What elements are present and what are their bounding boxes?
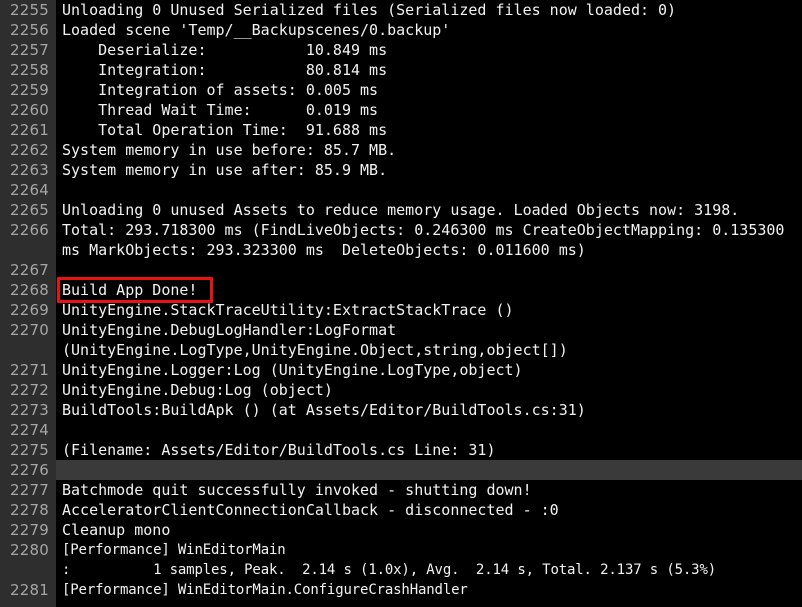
log-line-text: [Performance] WinEditorMain.ConfigureCra…	[62, 582, 468, 598]
log-row[interactable]: 2273 BuildTools:BuildApk () (at Assets/Ed…	[0, 400, 802, 420]
line-number: 2257	[0, 40, 56, 60]
log-line-text-primary: [Performance] WinEditorMain	[62, 542, 286, 558]
log-row[interactable]: 2278 AcceleratorClientConnectionCallback …	[0, 500, 802, 520]
log-line-text: UnityEngine.StackTraceUtility:ExtractSta…	[62, 301, 514, 319]
log-row[interactable]: 2267	[0, 260, 802, 280]
log-line-text: Total: 293.718300 ms (FindLiveObjects: 0…	[56, 220, 802, 260]
log-line-text: Cleanup mono	[62, 521, 171, 539]
log-row[interactable]: 2260 Thread Wait Time: 0.019 ms	[0, 100, 802, 120]
line-number: 2264	[0, 180, 56, 200]
line-number: 2279	[0, 520, 56, 540]
log-line-text: Unloading 0 unused Assets to reduce memo…	[62, 201, 740, 219]
log-row[interactable]: 2280 [Performance] WinEditorMain : 1 sampl…	[0, 540, 802, 580]
log-row[interactable]: 2271 UnityEngine.Logger:Log (UnityEngine.…	[0, 360, 802, 380]
log-row[interactable]: 2266 Total: 293.718300 ms (FindLiveObject…	[0, 220, 802, 260]
log-row[interactable]: 2258 Integration: 80.814 ms	[0, 60, 802, 80]
log-row[interactable]: 2262 System memory in use before: 85.7 MB…	[0, 140, 802, 160]
log-row[interactable]: 2264	[0, 180, 802, 200]
log-line-text: Total Operation Time: 91.688 ms	[62, 121, 388, 139]
line-number: 2260	[0, 100, 56, 120]
line-number: 2267	[0, 260, 56, 280]
log-row[interactable]: 2279 Cleanup mono	[0, 520, 802, 540]
log-line-text: UnityEngine.Debug:Log (object)	[62, 381, 333, 399]
line-number: 2263	[0, 160, 56, 180]
log-line-text-wrapped: ms MarkObjects: 293.323300 ms DeleteObje…	[62, 241, 586, 259]
line-number: 2270	[0, 320, 56, 340]
log-line-text: Batchmode quit successfully invoked - sh…	[62, 481, 532, 499]
line-number: 2274	[0, 420, 56, 440]
log-row[interactable]: 2276	[0, 460, 802, 480]
line-number: 2277	[0, 480, 56, 500]
log-row[interactable]: 2257 Deserialize: 10.849 ms	[0, 40, 802, 60]
log-row[interactable]: 2281 [Performance] WinEditorMain.Configur…	[0, 580, 802, 600]
log-line-text	[56, 260, 802, 280]
log-row[interactable]: 2263 System memory in use after: 85.9 MB.	[0, 160, 802, 180]
log-line-text: [Performance] WinEditorMain : 1 samples, …	[56, 540, 802, 580]
log-row[interactable]: 2255 Unloading 0 Unused Serialized files …	[0, 0, 802, 20]
line-number: 2280	[0, 540, 56, 560]
log-line-text: UnityEngine.DebugLogHandler:LogFormat (Un…	[56, 320, 802, 360]
log-row[interactable]: 2268 Build App Done!	[0, 280, 802, 300]
line-number: 2275	[0, 440, 56, 460]
log-row[interactable]: 2277 Batchmode quit successfully invoked …	[0, 480, 802, 500]
log-line-text-wrapped: : 1 samples, Peak. 2.14 s (1.0x), Avg. 2…	[62, 562, 717, 578]
log-line-text: Deserialize: 10.849 ms	[62, 41, 388, 59]
log-line-text-primary: Total: 293.718300 ms (FindLiveObjects: 0…	[62, 221, 785, 239]
line-number: 2281	[0, 580, 56, 600]
line-number: 2265	[0, 200, 56, 220]
log-row[interactable]: 2265 Unloading 0 unused Assets to reduce …	[0, 200, 802, 220]
line-number: 2266	[0, 220, 56, 240]
log-line-text: (Filename: Assets/Editor/BuildTools.cs L…	[62, 441, 496, 459]
log-line-text: System memory in use before: 85.7 MB.	[62, 141, 397, 159]
line-number: 2272	[0, 380, 56, 400]
log-line-text	[56, 420, 802, 440]
log-line-text: BuildTools:BuildApk () (at Assets/Editor…	[62, 401, 586, 419]
log-row[interactable]: 2270 UnityEngine.DebugLogHandler:LogForma…	[0, 320, 802, 360]
log-row[interactable]: 2269 UnityEngine.StackTraceUtility:Extrac…	[0, 300, 802, 320]
log-line-text-primary: UnityEngine.DebugLogHandler:LogFormat	[62, 321, 397, 339]
log-row[interactable]: 2275 (Filename: Assets/Editor/BuildTools.…	[0, 440, 802, 460]
log-row[interactable]: 2261 Total Operation Time: 91.688 ms	[0, 120, 802, 140]
line-number: 2259	[0, 80, 56, 100]
log-line-text: Loaded scene 'Temp/__Backupscenes/0.back…	[62, 21, 451, 39]
log-line-text: Integration: 80.814 ms	[62, 61, 388, 79]
line-number: 2271	[0, 360, 56, 380]
log-line-text-wrapped: (UnityEngine.LogType,UnityEngine.Object,…	[62, 341, 568, 359]
line-number: 2273	[0, 400, 56, 420]
log-line-text	[56, 460, 802, 480]
line-number: 2256	[0, 20, 56, 40]
line-number: 2278	[0, 500, 56, 520]
line-number: 2262	[0, 140, 56, 160]
log-row[interactable]: 2259 Integration of assets: 0.005 ms	[0, 80, 802, 100]
line-number: 2269	[0, 300, 56, 320]
line-number: 2258	[0, 60, 56, 80]
log-line-text: Thread Wait Time: 0.019 ms	[62, 101, 379, 119]
log-row[interactable]: 2256 Loaded scene 'Temp/__Backupscenes/0.…	[0, 20, 802, 40]
log-line-text	[56, 180, 802, 200]
log-line-text: System memory in use after: 85.9 MB.	[62, 161, 388, 179]
log-line-text: Unloading 0 Unused Serialized files (Ser…	[62, 1, 677, 19]
line-number: 2276	[0, 460, 56, 480]
log-console[interactable]: 2255 Unloading 0 Unused Serialized files …	[0, 0, 802, 607]
log-row[interactable]: 2272 UnityEngine.Debug:Log (object)	[0, 380, 802, 400]
log-row[interactable]: 2274	[0, 420, 802, 440]
log-line-text: Build App Done!	[62, 281, 198, 299]
log-line-text: Integration of assets: 0.005 ms	[62, 81, 379, 99]
log-line-text: UnityEngine.Logger:Log (UnityEngine.LogT…	[62, 361, 523, 379]
line-number: 2255	[0, 0, 56, 20]
log-line-list[interactable]: 2255 Unloading 0 Unused Serialized files …	[0, 0, 802, 600]
line-number: 2268	[0, 280, 56, 300]
line-number: 2261	[0, 120, 56, 140]
log-line-text: AcceleratorClientConnectionCallback - di…	[62, 501, 559, 519]
